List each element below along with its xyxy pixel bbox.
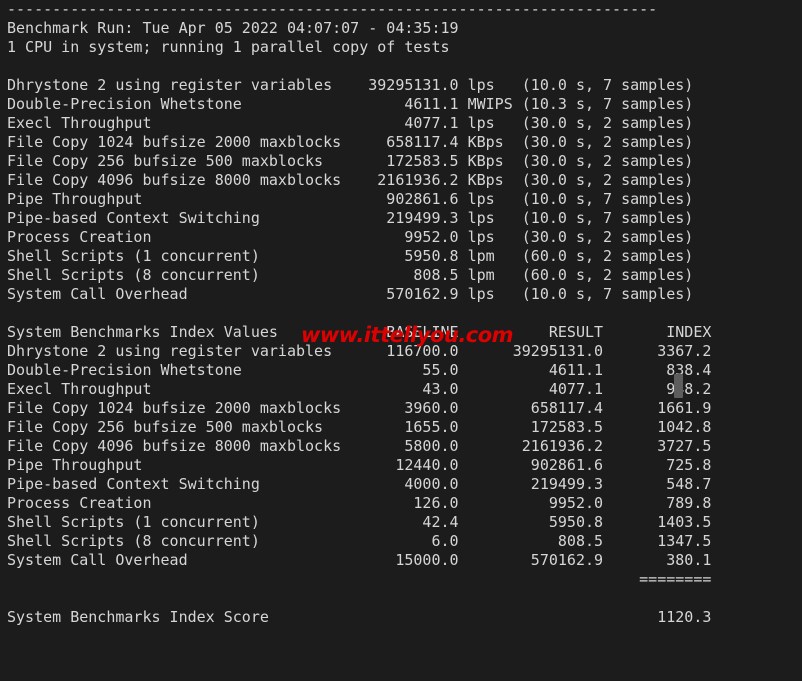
index-table-row: Execl Throughput 43.0 4077.1 948.2 [7, 380, 712, 398]
result-row: Execl Throughput 4077.1 lps (30.0 s, 2 s… [7, 114, 694, 132]
separator-rule: ----------------------------------------… [7, 0, 658, 18]
result-row: System Call Overhead 570162.9 lps (10.0 … [7, 285, 694, 303]
result-row: File Copy 256 bufsize 500 maxblocks 1725… [7, 152, 694, 170]
result-row: Pipe-based Context Switching 219499.3 lp… [7, 209, 694, 227]
index-table-row: Shell Scripts (8 concurrent) 6.0 808.5 1… [7, 532, 712, 550]
index-table-row: Process Creation 126.0 9952.0 789.8 [7, 494, 712, 512]
index-table-row: Double-Precision Whetstone 55.0 4611.1 8… [7, 361, 712, 379]
index-table-row: Shell Scripts (1 concurrent) 42.4 5950.8… [7, 513, 712, 531]
result-row: File Copy 4096 bufsize 8000 maxblocks 21… [7, 171, 694, 189]
index-table-row: Dhrystone 2 using register variables 116… [7, 342, 712, 360]
score-separator: ======== [7, 570, 712, 588]
result-row: Shell Scripts (1 concurrent) 5950.8 lpm … [7, 247, 694, 265]
result-row: Double-Precision Whetstone 4611.1 MWIPS … [7, 95, 694, 113]
scrollbar-thumb[interactable] [674, 374, 683, 398]
cpu-info-line: 1 CPU in system; running 1 parallel copy… [7, 38, 450, 56]
result-row: Pipe Throughput 902861.6 lps (10.0 s, 7 … [7, 190, 694, 208]
benchmark-run-line: Benchmark Run: Tue Apr 05 2022 04:07:07 … [7, 19, 459, 37]
index-table-row: System Call Overhead 15000.0 570162.9 38… [7, 551, 712, 569]
index-table-row: File Copy 256 bufsize 500 maxblocks 1655… [7, 418, 712, 436]
index-table-row: Pipe-based Context Switching 4000.0 2194… [7, 475, 712, 493]
result-row: Process Creation 9952.0 lps (30.0 s, 2 s… [7, 228, 694, 246]
index-table-header: System Benchmarks Index Values BASELINE … [7, 323, 712, 341]
index-score-row: System Benchmarks Index Score 1120.3 [7, 608, 712, 626]
index-table-row: File Copy 1024 bufsize 2000 maxblocks 39… [7, 399, 712, 417]
result-row: Shell Scripts (8 concurrent) 808.5 lpm (… [7, 266, 694, 284]
terminal-window[interactable]: ----------------------------------------… [0, 0, 802, 681]
terminal-output: ----------------------------------------… [7, 0, 711, 681]
index-table-row: Pipe Throughput 12440.0 902861.6 725.8 [7, 456, 712, 474]
result-row: Dhrystone 2 using register variables 392… [7, 76, 694, 94]
result-row: File Copy 1024 bufsize 2000 maxblocks 65… [7, 133, 694, 151]
index-table-row: File Copy 4096 bufsize 8000 maxblocks 58… [7, 437, 712, 455]
